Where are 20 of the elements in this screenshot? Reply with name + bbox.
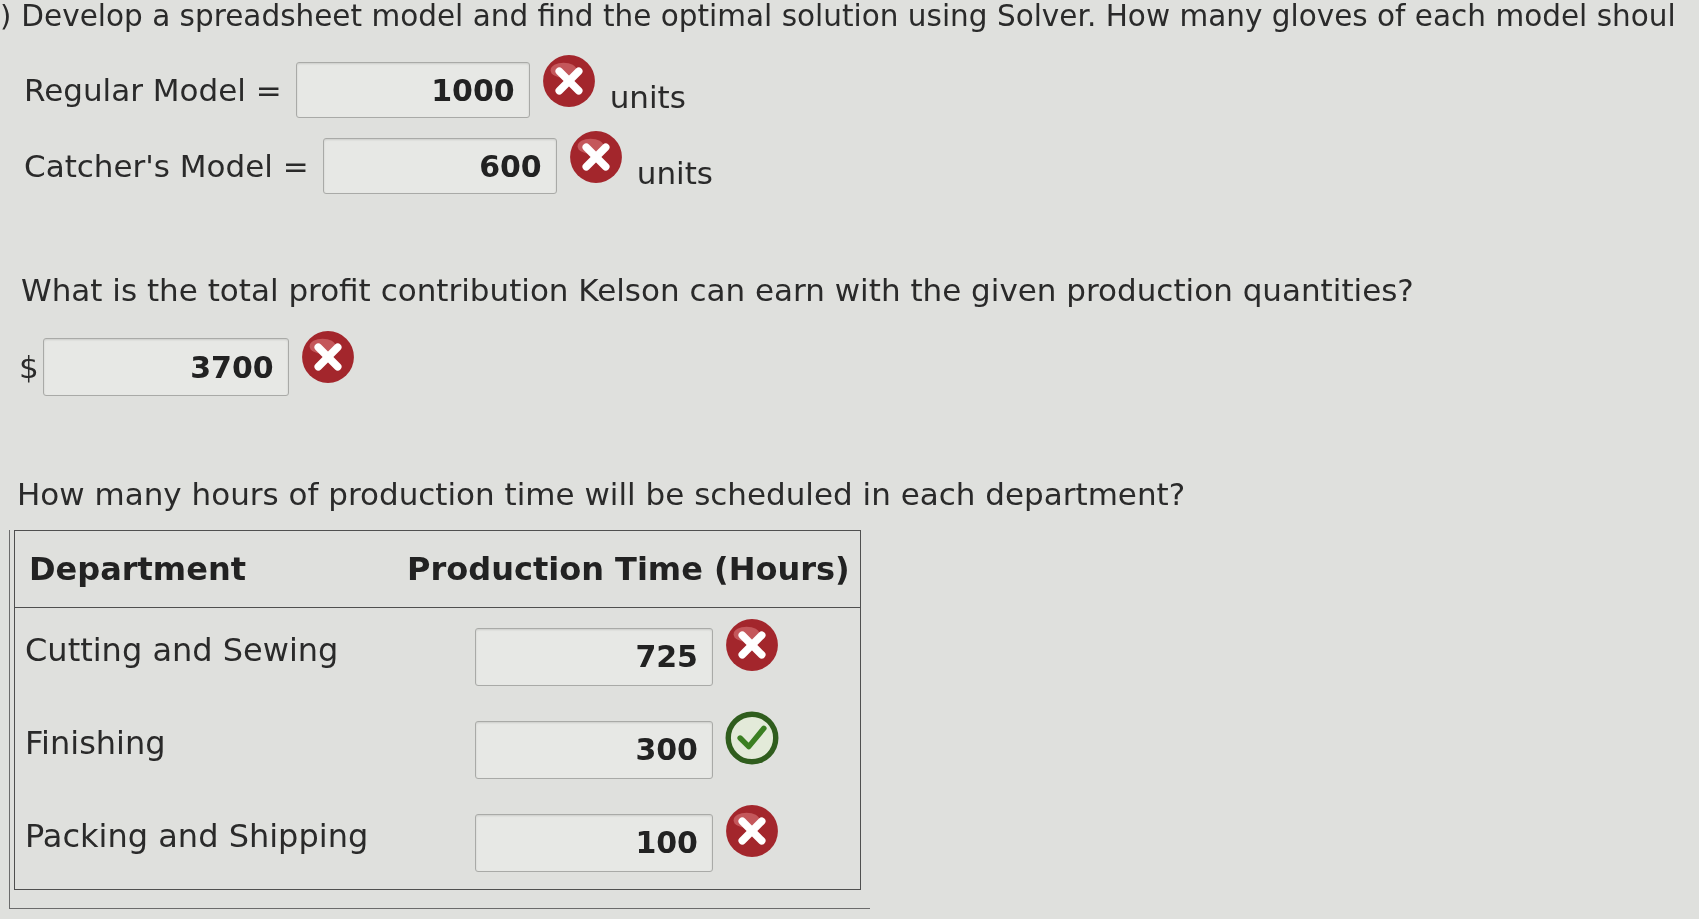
question-text: How many hours of production time will be scheduled in each department? [16,476,1187,512]
table-cell-text: Finishing [24,723,167,762]
answer-field[interactable]: 725 [475,627,713,686]
answer-field[interactable]: 600 [322,138,557,194]
table-cell-text: Cutting and Sewing [24,630,340,669]
answer-field[interactable]: 100 [475,813,713,872]
field-label: Regular Model = [24,72,282,108]
unit-label: units [609,79,686,115]
part-marker: ) [0,0,12,33]
question-text: Develop a spreadsheet model and find the optimal solution using Solver. How many gloves of each model shoul [21,0,1676,33]
answer-field[interactable]: 300 [475,720,713,779]
field-label: Catcher's Model = [24,148,309,184]
unit-label: units [636,155,713,191]
column-header: Department [28,550,247,588]
currency-symbol: $ [19,349,39,385]
question-text: What is the total profit contribution Kelson can earn with the given production quantities? [20,272,1415,308]
column-header: Production Time (Hours) [407,550,851,588]
answer-field[interactable]: 3700 [42,338,289,396]
answer-field[interactable]: 1000 [295,62,530,118]
table-cell-text: Packing and Shipping [24,816,370,855]
